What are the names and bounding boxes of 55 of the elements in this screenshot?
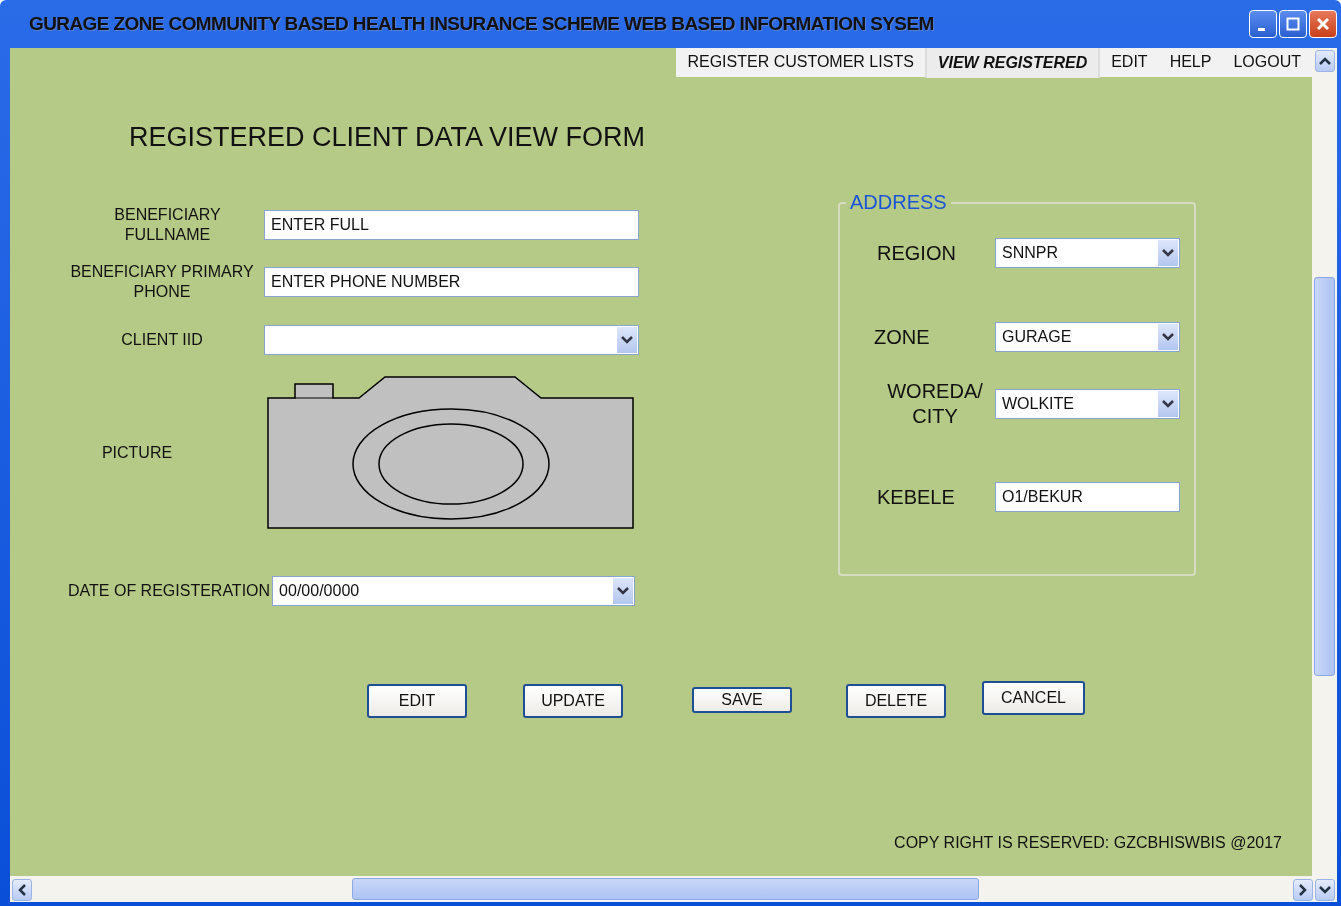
dropdown-field[interactable]: 00/00/0000 — [272, 576, 636, 606]
field-label: BENEFICIARY PRIMARY PHONE — [69, 262, 255, 302]
action-button[interactable]: EDIT — [367, 684, 467, 718]
scroll-right-button[interactable] — [1293, 879, 1313, 901]
maximize-icon — [1286, 17, 1300, 31]
minimize-button[interactable] — [1249, 10, 1277, 38]
field-label: REGION — [876, 240, 957, 266]
scroll-thumb[interactable] — [352, 878, 979, 900]
text-field[interactable]: ENTER FULL — [264, 210, 639, 240]
menu-tab[interactable]: HELP — [1158, 48, 1223, 77]
horizontal-scrollbar[interactable] — [10, 876, 1337, 902]
menu-tab[interactable]: LOGOUT — [1222, 48, 1312, 77]
window-title: GURAGE ZONE COMMUNITY BASED HEALTH INSURANCE SCHEME WEB BASED INFORMATION SYSEM — [28, 13, 934, 35]
chevron-down-icon — [1162, 333, 1174, 341]
menu-tab[interactable]: EDIT — [1100, 48, 1159, 77]
camera-icon — [267, 376, 635, 530]
field-label: CLIENT IID — [120, 330, 204, 350]
action-button[interactable]: SAVE — [692, 687, 792, 713]
field-label: PICTURE — [100, 443, 174, 463]
field-label: KEBELE — [876, 484, 956, 510]
menu-tab[interactable]: REGISTER CUSTOMER LISTS — [676, 48, 925, 77]
form-title: REGISTERED CLIENT DATA VIEW FORM — [129, 122, 647, 153]
minimize-icon — [1258, 27, 1265, 31]
chevron-up-icon — [1318, 57, 1331, 65]
dropdown-field[interactable] — [264, 325, 639, 355]
close-button[interactable] — [1309, 10, 1337, 38]
close-icon — [1316, 17, 1330, 31]
action-button[interactable]: CANCEL — [982, 681, 1085, 715]
field-label: WOREDA/ CITY — [886, 379, 984, 429]
vertical-scrollbar[interactable] — [1312, 48, 1337, 876]
text-field[interactable]: O1/BEKUR — [995, 482, 1180, 512]
chevron-down-icon — [617, 587, 630, 595]
scroll-down-button[interactable] — [1315, 879, 1335, 901]
address-legend: ADDRESS — [846, 191, 951, 214]
field-label: BENEFICIARY FULLNAME — [113, 205, 222, 245]
scroll-left-button[interactable] — [12, 879, 32, 901]
copyright-text: COPY RIGHT IS RESERVED: GZCBHISWBIS @2017 — [894, 834, 1282, 851]
chevron-left-icon — [18, 884, 26, 896]
action-button[interactable]: DELETE — [846, 684, 946, 718]
dropdown-field[interactable]: WOLKITE — [995, 389, 1180, 419]
chevron-right-icon — [1299, 884, 1307, 896]
action-button[interactable]: UPDATE — [523, 684, 623, 718]
text-field[interactable]: ENTER PHONE NUMBER — [264, 267, 639, 297]
scroll-thumb[interactable] — [1314, 277, 1335, 676]
menu-tab[interactable]: VIEW REGISTERED — [924, 48, 1101, 78]
chevron-down-icon — [1162, 249, 1174, 257]
field-label: ZONE — [873, 324, 931, 350]
chevron-down-icon — [621, 336, 633, 344]
dropdown-field[interactable]: GURAGE — [995, 322, 1180, 352]
chevron-down-icon — [1319, 886, 1331, 894]
scroll-up-button[interactable] — [1314, 50, 1335, 72]
maximize-button[interactable] — [1279, 10, 1307, 38]
chevron-down-icon — [1162, 400, 1174, 408]
field-label: DATE OF REGISTERATION — [67, 581, 272, 601]
dropdown-field[interactable]: SNNPR — [995, 238, 1180, 268]
